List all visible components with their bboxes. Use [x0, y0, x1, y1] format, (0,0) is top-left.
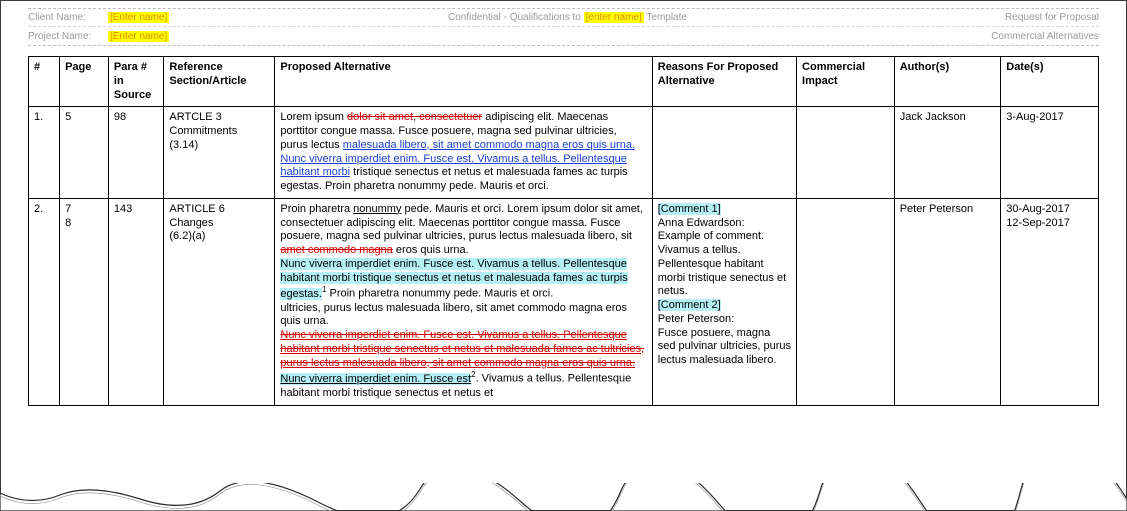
col-header-num: # [29, 57, 60, 107]
header-row-client: Client Name: [Enter name] Confidential -… [28, 9, 1099, 27]
project-name-label: Project Name: [28, 31, 108, 42]
cell-num: 2. [29, 198, 60, 405]
cell-page: 5 [60, 107, 109, 199]
table-header-row: # Page Para # in Source Reference Sectio… [29, 57, 1099, 107]
cell-page: 7 8 [60, 198, 109, 405]
client-name-value: [Enter name] [108, 12, 448, 23]
comment-marker: [Comment 1] [658, 203, 721, 215]
document-header: Client Name: [Enter name] Confidential -… [28, 8, 1099, 46]
header-row-project: Project Name: [Enter name] Commercial Al… [28, 27, 1099, 45]
highlighted-text: Nunc viverra imperdiet enim. Fusce est [280, 373, 471, 385]
header-center-text: Confidential - Qualifications to [enter … [448, 12, 687, 23]
cell-ref: ARTICLE 6 Changes (6.2)(a) [164, 198, 275, 405]
torn-edge-decoration [0, 483, 1127, 511]
tracked-deletion: amet commodo magna [280, 244, 393, 256]
hyperlink-text: malesuada libero, sit amet commodo magna… [343, 139, 635, 151]
col-header-reason: Reasons For Proposed Alternative [652, 57, 796, 107]
cell-proposed: Proin pharetra nonummy pede. Mauris et o… [275, 198, 652, 405]
cell-author: Peter Peterson [894, 198, 1001, 405]
cell-para: 98 [108, 107, 163, 199]
col-header-comm: Commercial Impact [797, 57, 895, 107]
cell-commercial [797, 198, 895, 405]
header-right-top: Request for Proposal [1005, 12, 1099, 23]
header-right-bottom: Commercial Alternatives [991, 31, 1099, 42]
table-row: 2. 7 8 143 ARTICLE 6 Changes (6.2)(a) Pr… [29, 198, 1099, 405]
client-name-label: Client Name: [28, 12, 108, 23]
document-page: Client Name: [Enter name] Confidential -… [0, 0, 1127, 406]
col-header-page: Page [60, 57, 109, 107]
col-header-para: Para # in Source [108, 57, 163, 107]
project-name-value: [Enter name] [108, 31, 448, 42]
col-header-prop: Proposed Alternative [275, 57, 652, 107]
cell-reason: [Comment 1] Anna Edwardson: Example of c… [652, 198, 796, 405]
col-header-date: Date(s) [1001, 57, 1099, 107]
cell-date: 3-Aug-2017 [1001, 107, 1099, 199]
cell-para: 143 [108, 198, 163, 405]
tracked-deletion: Nunc viverra imperdiet enim. Fusce est. … [280, 329, 644, 369]
cell-date: 30-Aug-2017 12-Sep-2017 [1001, 198, 1099, 405]
col-header-ref: Reference Section/Article [164, 57, 275, 107]
cell-reason [652, 107, 796, 199]
comment-marker: [Comment 2] [658, 299, 721, 311]
col-header-auth: Author(s) [894, 57, 1001, 107]
cell-ref: ARTCLE 3 Commitments (3.14) [164, 107, 275, 199]
cell-num: 1. [29, 107, 60, 199]
table-row: 1. 5 98 ARTCLE 3 Commitments (3.14) Lore… [29, 107, 1099, 199]
cell-author: Jack Jackson [894, 107, 1001, 199]
tracked-deletion: dolor sit amet, consectetuer [347, 111, 482, 123]
cell-commercial [797, 107, 895, 199]
cell-proposed: Lorem ipsum dolor sit amet, consectetuer… [275, 107, 652, 199]
alternatives-table: # Page Para # in Source Reference Sectio… [28, 56, 1099, 406]
